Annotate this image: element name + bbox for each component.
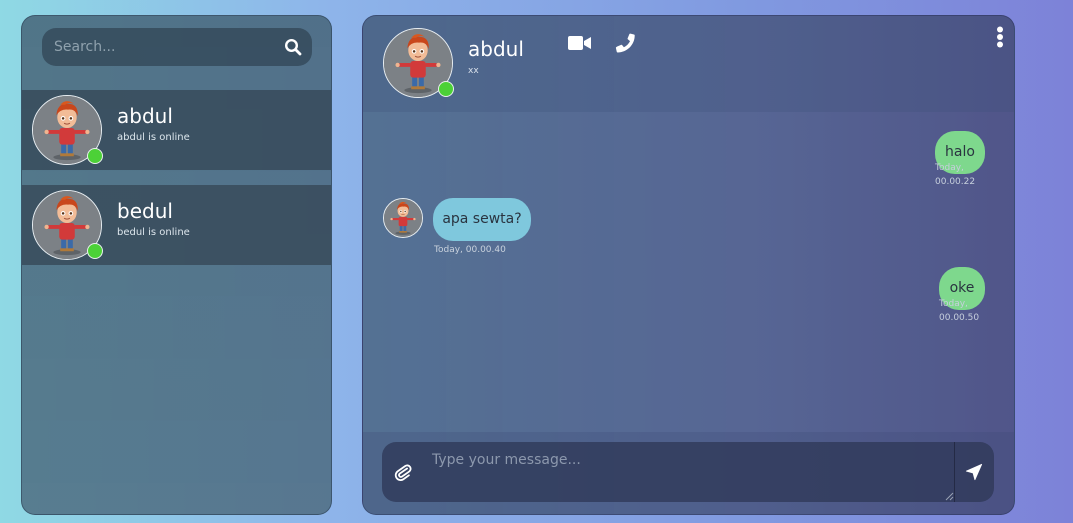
contact-name: abdul [117, 104, 173, 128]
message-time-line: Today, [935, 163, 964, 173]
chat-panel: abdul xx halo Today, 00.00.22 apa sewta?… [362, 15, 1015, 515]
incoming-message-bubble: apa sewta? [433, 198, 531, 241]
message-time: Today, 00.00.40 [434, 245, 506, 255]
send-button[interactable] [955, 442, 994, 502]
contacts-panel: abdul abdul is online bedul bedul is onl… [21, 15, 332, 515]
chat-contact-subtitle: xx [468, 66, 479, 76]
kebab-menu-icon[interactable] [996, 26, 1004, 48]
chat-avatar-wrapper [383, 28, 454, 98]
online-status-dot [87, 148, 103, 164]
chat-header: abdul xx [363, 16, 1014, 112]
online-status-dot [87, 243, 103, 259]
message-time-line: 00.00.22 [935, 177, 976, 187]
message-time-line: 00.00.50 [939, 313, 980, 323]
message-input[interactable] [422, 442, 954, 502]
message-avatar-wrapper [383, 198, 423, 238]
chat-contact-name: abdul [468, 37, 524, 61]
contact-status: bedul is online [117, 227, 190, 238]
paperclip-icon[interactable] [394, 463, 412, 481]
video-camera-icon[interactable] [568, 34, 592, 52]
message-time-line: Today, [939, 299, 968, 309]
search-input[interactable] [42, 28, 272, 66]
contact-avatar-wrapper [32, 95, 103, 165]
message-input-bar [382, 442, 994, 502]
search-box [42, 28, 312, 66]
contact-item-abdul[interactable]: abdul abdul is online [22, 90, 331, 170]
online-status-dot [438, 81, 454, 97]
phone-icon[interactable] [614, 32, 636, 54]
avatar [383, 198, 423, 238]
search-icon[interactable] [284, 38, 302, 56]
resize-grip-icon[interactable] [945, 492, 954, 501]
contact-avatar-wrapper [32, 190, 103, 260]
contact-status: abdul is online [117, 132, 190, 143]
chat-footer [363, 432, 1014, 514]
send-icon [965, 463, 983, 481]
contact-item-bedul[interactable]: bedul bedul is online [22, 185, 331, 265]
contact-name: bedul [117, 199, 173, 223]
